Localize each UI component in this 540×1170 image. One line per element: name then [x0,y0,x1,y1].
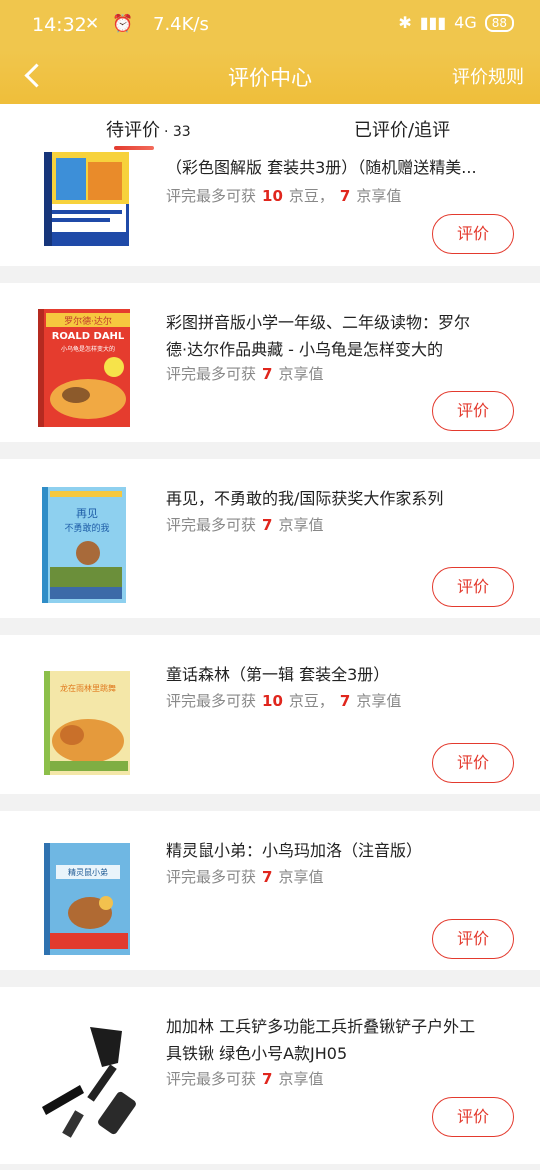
network-type: 4G [454,13,477,32]
cover-author: 罗尔德·达尔 [64,315,112,327]
alarm-icon: ⏰ [112,14,134,34]
product-name[interactable]: 加加林 工兵铲多功能工兵折叠锹铲子户外工 具铁锹 绿色小号A款JH05 [166,1013,521,1067]
title-bar: 评价中心 评价规则 [0,50,540,104]
reward-prefix: 评完最多可获 [166,1070,257,1088]
review-button[interactable]: 评价 [432,919,514,959]
rules-link[interactable]: 评价规则 [452,63,524,89]
bluetooth-icon: ✱ [398,13,412,32]
cover-title-1: 再见 [76,507,98,520]
cover-title: 精灵鼠小弟 [68,867,108,877]
review-button[interactable]: 评价 [432,743,514,783]
tab-pending-label: 待评价 [106,120,160,141]
status-right: ✱ ▮▮▮ 4G 88 [398,13,514,32]
value-count: 7 [262,1070,273,1088]
cover-title-2: 不勇敢的我 [64,522,109,534]
review-button[interactable]: 评价 [432,567,514,607]
value-count: 7 [262,516,273,534]
list-item: 精灵鼠小弟 精灵鼠小弟：小鸟玛加洛（注音版） 评完最多可获 7 京享值 评价 [0,811,540,970]
reward-text: 评完最多可获 7 京享值 [166,866,323,887]
battery-icon: 88 [484,13,514,32]
value-count: 7 [262,868,273,886]
value-unit: 京享值 [278,516,324,534]
beans-count: 10 [262,187,283,205]
reward-prefix: 评完最多可获 [166,868,257,886]
status-time: 14:32 [32,14,87,36]
reward-prefix: 评完最多可获 [166,692,257,710]
product-name[interactable]: 彩图拼音版小学一年级、二年级读物：罗尔 德·达尔作品典藏 - 小乌龟是怎样变大的 [166,309,521,363]
cover-title: 小乌龟是怎样变大的 [61,345,115,353]
product-thumbnail: 再见 不勇敢的我 [42,487,126,603]
value-unit: 京享值 [356,187,402,205]
value-count: 7 [339,692,351,710]
reward-text: 评完最多可获 7 京享值 [166,363,323,384]
product-thumbnail: 罗尔德·达尔 ROALD DAHL 小乌龟是怎样变大的 [38,309,130,427]
active-tab-indicator [114,146,154,150]
mute-icon: ✕ [85,14,100,34]
signal-icon: ▮▮▮ [419,13,447,32]
value-count: 7 [339,187,351,205]
reward-text: 评完最多可获 7 京享值 [166,1068,323,1089]
product-name[interactable]: 再见，不勇敢的我/国际获奖大作家系列 [166,485,521,512]
product-name[interactable]: 童话森林（第一辑 套装全3册） [166,661,521,688]
value-count: 7 [262,365,273,383]
value-unit: 京享值 [356,692,402,710]
review-button[interactable]: 评价 [432,1097,514,1137]
reward-prefix: 评完最多可获 [166,365,257,383]
value-unit: 京享值 [278,365,324,383]
reward-text: 评完最多可获 10 京豆， 7 京享值 [166,690,401,711]
reward-text: 评完最多可获 10 京豆， 7 京享值 [166,185,401,206]
review-tabs: 待评价 · 33 已评价/追评 [0,104,540,152]
beans-count: 10 [262,692,283,710]
value-unit: 京享值 [278,868,324,886]
list-item: 再见 不勇敢的我 再见，不勇敢的我/国际获奖大作家系列 评完最多可获 7 京享值 评… [0,459,540,618]
product-name-line2: 德·达尔作品典藏 - 小乌龟是怎样变大的 [166,340,444,359]
list-item: 龙在雨林里跳舞 童话森林（第一辑 套装全3册） 评完最多可获 10 京豆， 7 京享值 … [0,635,540,794]
cover-title: 龙在雨林里跳舞 [60,683,116,693]
list-item: 加加林 工兵铲多功能工兵折叠锹铲子户外工 具铁锹 绿色小号A款JH05 评完最多… [0,987,540,1164]
product-name-line1: 加加林 工兵铲多功能工兵折叠锹铲子户外工 [166,1017,476,1036]
product-name[interactable]: （彩色图解版 套装共3册）（随机赠送精美... [166,154,521,181]
network-speed: 7.4K/s [153,14,209,35]
product-thumbnail: 龙在雨林里跳舞 [44,671,130,775]
tab-reviewed[interactable]: 已评价/追评 [354,116,450,142]
product-thumbnail [42,1027,136,1138]
product-thumbnail: 精灵鼠小弟 [44,843,130,955]
list-item: 罗尔德·达尔 ROALD DAHL 小乌龟是怎样变大的 彩图拼音版小学一年级、二… [0,283,540,442]
cover-brand: ROALD DAHL [52,331,125,342]
review-button[interactable]: 评价 [432,391,514,431]
product-thumbnail [44,152,129,246]
product-name-line1: 彩图拼音版小学一年级、二年级读物：罗尔 [166,313,471,332]
beans-unit: 京豆， [288,692,334,710]
tab-pending[interactable]: 待评价 · 33 [106,116,191,142]
value-unit: 京享值 [278,1070,324,1088]
review-button[interactable]: 评价 [432,214,514,254]
reward-text: 评完最多可获 7 京享值 [166,514,323,535]
reward-prefix: 评完最多可获 [166,516,257,534]
status-bar: 14:32 ✕ ⏰ 7.4K/s ✱ ▮▮▮ 4G 88 [0,0,540,50]
list-item: （彩色图解版 套装共3册）（随机赠送精美... 评完最多可获 10 京豆， 7 京享值 … [0,152,540,266]
product-name-line2: 具铁锹 绿色小号A款JH05 [166,1044,348,1063]
tab-pending-count: · 33 [164,124,191,140]
beans-unit: 京豆， [288,187,334,205]
product-name[interactable]: 精灵鼠小弟：小鸟玛加洛（注音版） [166,837,521,864]
reward-prefix: 评完最多可获 [166,187,257,205]
